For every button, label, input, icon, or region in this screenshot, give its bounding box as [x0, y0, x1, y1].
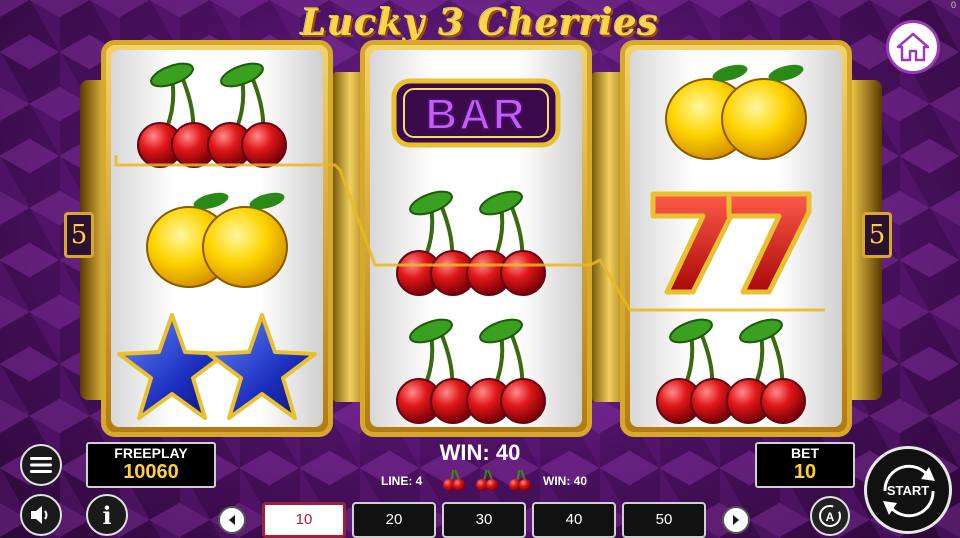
corner-value: 0: [950, 0, 956, 10]
start-label: START: [886, 482, 930, 498]
bet-label: BET: [791, 445, 819, 461]
speaker-icon: [31, 506, 48, 524]
menu-icon: [30, 457, 52, 473]
home-button[interactable]: [886, 20, 940, 74]
start-button[interactable]: START: [864, 446, 952, 534]
payline-marker-right: 5: [862, 212, 892, 258]
symbol-stars: [111, 306, 323, 427]
line-win: WIN: 40: [543, 474, 588, 488]
symbol-lemons: [111, 178, 323, 306]
bet-value: 10: [793, 461, 817, 483]
game-title: Lucky 3 Cherries: [301, 2, 659, 44]
chevron-left-icon: [229, 515, 235, 525]
symbol-cherries: [370, 178, 582, 306]
chevron-right-icon: [733, 515, 739, 525]
symbol-cherries: [111, 50, 323, 178]
bet-option-3[interactable]: 30: [442, 502, 526, 538]
freeplay-label: FREEPLAY: [114, 445, 188, 461]
freeplay-value: 10060: [123, 461, 179, 483]
bet-option-4[interactable]: 40: [532, 502, 616, 538]
svg-text:A: A: [826, 510, 835, 524]
reel-1: [101, 40, 333, 437]
bar-label: BAR: [424, 89, 527, 140]
menu-button[interactable]: [20, 444, 62, 486]
info-icon: i: [102, 500, 112, 530]
autoplay-button[interactable]: A: [810, 496, 850, 536]
bet-decrease-button[interactable]: [218, 506, 246, 534]
symbol-bar: BAR: [370, 50, 582, 178]
bet-option-5[interactable]: 50: [622, 502, 706, 538]
symbol-sevens: [630, 178, 842, 306]
sound-button[interactable]: [20, 494, 62, 536]
bet-increase-button[interactable]: [722, 506, 750, 534]
info-button[interactable]: i: [86, 494, 128, 536]
bet-panel: BET 10: [755, 442, 855, 488]
autoplay-icon: A: [819, 505, 841, 527]
reel-2: BAR: [360, 40, 592, 437]
payline-marker-left: 5: [64, 212, 94, 258]
line-number: LINE: 4: [381, 474, 423, 488]
bet-option-2[interactable]: 20: [352, 502, 436, 538]
reel-3: [620, 40, 852, 437]
symbol-lemons: [630, 50, 842, 178]
symbol-cherries: [630, 306, 842, 427]
mini-cherry-icon: [509, 469, 531, 491]
bet-option-1[interactable]: 10: [262, 502, 346, 538]
home-icon: [896, 32, 930, 62]
total-win: WIN: 40: [439, 440, 521, 465]
mini-cherry-icon: [443, 469, 465, 491]
mini-cherry-icon: [476, 469, 498, 491]
freeplay-panel: FREEPLAY 10060: [86, 442, 216, 488]
symbol-cherries: [370, 306, 582, 427]
